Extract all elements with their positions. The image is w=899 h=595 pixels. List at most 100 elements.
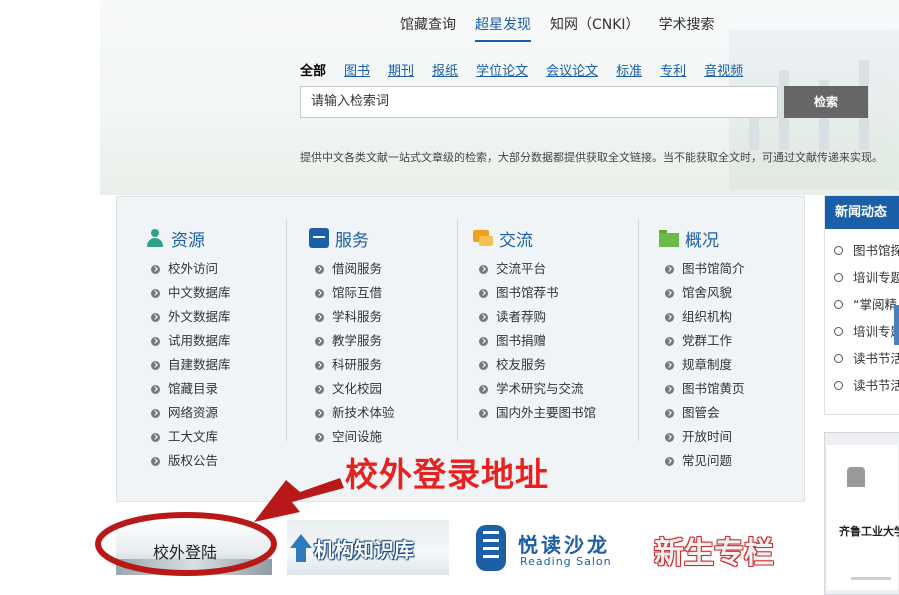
column-exchange: 交流 交流平台 图书馆荐书 读者荐购 图书捐赠 校友服务 学术研究与交流 国内外… bbox=[473, 225, 596, 425]
arrow-bullet-icon bbox=[665, 312, 674, 322]
reading-salon-en-label: Reading Salon bbox=[520, 555, 612, 568]
arrow-bullet-icon bbox=[479, 264, 488, 274]
list-item[interactable]: 常见问题 bbox=[665, 449, 745, 473]
arrow-bullet-icon bbox=[479, 408, 488, 418]
list-item[interactable]: 空间设施 bbox=[315, 425, 395, 449]
list-item[interactable]: 工大文库 bbox=[151, 425, 231, 449]
arrow-bullet-icon bbox=[665, 360, 674, 370]
reading-salon-banner[interactable]: 悦读沙龙 Reading Salon bbox=[470, 520, 630, 575]
search-button[interactable]: 检索 bbox=[784, 86, 868, 118]
list-item[interactable]: 图书捐赠 bbox=[479, 329, 596, 353]
list-item[interactable]: 借阅服务 bbox=[315, 257, 395, 281]
service-box-icon bbox=[309, 228, 329, 248]
column-title[interactable]: 概况 bbox=[685, 226, 719, 251]
news-item[interactable]: “掌阅精 bbox=[825, 291, 899, 318]
category-standards[interactable]: 标准 bbox=[616, 60, 642, 79]
list-item[interactable]: 学术研究与交流 bbox=[479, 377, 596, 401]
institution-repository-label: 机构知识库 bbox=[314, 538, 414, 562]
arrow-bullet-icon bbox=[151, 312, 160, 322]
list-item[interactable]: 文化校园 bbox=[315, 377, 395, 401]
circle-bullet-icon bbox=[834, 300, 843, 309]
tab-collection-search[interactable]: 馆藏查询 bbox=[400, 14, 456, 42]
arrow-bullet-icon bbox=[665, 408, 674, 418]
column-title[interactable]: 服务 bbox=[335, 226, 369, 251]
list-item[interactable]: 读者荐购 bbox=[479, 305, 596, 329]
institution-repository-banner[interactable]: 机构知识库 bbox=[287, 520, 449, 575]
category-theses[interactable]: 学位论文 bbox=[476, 60, 528, 79]
list-item[interactable]: 科研服务 bbox=[315, 353, 395, 377]
news-panel: 新闻动态 图书馆探 培训专题 “掌阅精 培训专题 读书节活 读书节活 bbox=[824, 195, 899, 415]
book-stack-icon bbox=[476, 525, 506, 571]
list-item[interactable]: 馆舍风貌 bbox=[665, 281, 745, 305]
list-item[interactable]: 开放时间 bbox=[665, 425, 745, 449]
circle-bullet-icon bbox=[834, 354, 843, 363]
circle-bullet-icon bbox=[834, 246, 843, 255]
arrow-bullet-icon bbox=[665, 336, 674, 346]
list-item[interactable]: 学科服务 bbox=[315, 305, 395, 329]
search-input[interactable]: 请输入检索词 bbox=[300, 86, 778, 118]
column-title[interactable]: 交流 bbox=[499, 226, 533, 251]
news-item[interactable]: 图书馆探 bbox=[825, 237, 899, 264]
freshman-banner[interactable]: 新生专栏 bbox=[652, 520, 802, 575]
list-item[interactable]: 校外访问 bbox=[151, 257, 231, 281]
tab-cnki[interactable]: 知网（CNKI） bbox=[550, 14, 640, 42]
document-preview[interactable]: 齐鲁工业大学图 bbox=[824, 432, 899, 595]
list-item[interactable]: 网络资源 bbox=[151, 401, 231, 425]
category-audio-video[interactable]: 音视频 bbox=[704, 60, 743, 79]
offcampus-login-banner[interactable]: 校外登陆 bbox=[116, 520, 272, 575]
list-item[interactable]: 自建数据库 bbox=[151, 353, 231, 377]
list-item[interactable]: 教学服务 bbox=[315, 329, 395, 353]
list-item[interactable]: 中文数据库 bbox=[151, 281, 231, 305]
list-item[interactable]: 校友服务 bbox=[479, 353, 596, 377]
list-item[interactable]: 图管会 bbox=[665, 401, 745, 425]
list-item[interactable]: 图书馆简介 bbox=[665, 257, 745, 281]
list-item[interactable]: 图书馆黄页 bbox=[665, 377, 745, 401]
arrow-bullet-icon bbox=[665, 456, 674, 466]
circle-bullet-icon bbox=[834, 381, 843, 390]
category-journals[interactable]: 期刊 bbox=[388, 60, 414, 79]
arrow-bullet-icon bbox=[479, 312, 488, 322]
news-title[interactable]: 新闻动态 bbox=[825, 196, 899, 229]
list-item[interactable]: 国内外主要图书馆 bbox=[479, 401, 596, 425]
arrow-bullet-icon bbox=[315, 312, 324, 322]
arrow-bullet-icon bbox=[151, 336, 160, 346]
list-item[interactable]: 新技术体验 bbox=[315, 401, 395, 425]
list-item[interactable]: 版权公告 bbox=[151, 449, 231, 473]
arrow-bullet-icon bbox=[151, 456, 160, 466]
arrow-bullet-icon bbox=[151, 264, 160, 274]
category-newspapers[interactable]: 报纸 bbox=[432, 60, 458, 79]
news-item[interactable]: 读书节活 bbox=[825, 372, 899, 399]
list-item[interactable]: 交流平台 bbox=[479, 257, 596, 281]
category-conference-papers[interactable]: 会议论文 bbox=[546, 60, 598, 79]
news-item[interactable]: 培训专题 bbox=[825, 318, 899, 345]
document-title: 齐鲁工业大学图 bbox=[839, 525, 899, 538]
list-item[interactable]: 党群工作 bbox=[665, 329, 745, 353]
list-item[interactable]: 馆际互借 bbox=[315, 281, 395, 305]
arrow-bullet-icon bbox=[315, 288, 324, 298]
arrow-bullet-icon bbox=[665, 432, 674, 442]
list-item[interactable]: 外文数据库 bbox=[151, 305, 231, 329]
tab-chaoxing-discovery[interactable]: 超星发现 bbox=[475, 14, 531, 42]
search-source-tabs: 馆藏查询 超星发现 知网（CNKI） 学术搜索 bbox=[400, 14, 734, 42]
tab-academic-search[interactable]: 学术搜索 bbox=[659, 14, 715, 42]
arrow-bullet-icon bbox=[315, 264, 324, 274]
column-title[interactable]: 资源 bbox=[171, 226, 205, 251]
arrow-bullet-icon bbox=[665, 384, 674, 394]
side-scroll-tab[interactable] bbox=[894, 305, 899, 345]
news-item[interactable]: 培训专题 bbox=[825, 264, 899, 291]
category-books[interactable]: 图书 bbox=[344, 60, 370, 79]
list-item[interactable]: 图书馆荐书 bbox=[479, 281, 596, 305]
offcampus-login-label: 校外登陆 bbox=[153, 543, 218, 562]
news-item[interactable]: 读书节活 bbox=[825, 345, 899, 372]
category-all[interactable]: 全部 bbox=[300, 60, 326, 79]
category-patents[interactable]: 专利 bbox=[660, 60, 686, 79]
arrow-bullet-icon bbox=[151, 384, 160, 394]
up-arrow-icon bbox=[290, 534, 312, 548]
freshman-label: 新生专栏 bbox=[654, 536, 774, 571]
list-item[interactable]: 规章制度 bbox=[665, 353, 745, 377]
list-item[interactable]: 组织机构 bbox=[665, 305, 745, 329]
list-item[interactable]: 馆藏目录 bbox=[151, 377, 231, 401]
chat-icon bbox=[473, 228, 493, 248]
search-category-filter: 全部 图书 期刊 报纸 学位论文 会议论文 标准 专利 音视频 bbox=[300, 60, 761, 79]
list-item[interactable]: 试用数据库 bbox=[151, 329, 231, 353]
